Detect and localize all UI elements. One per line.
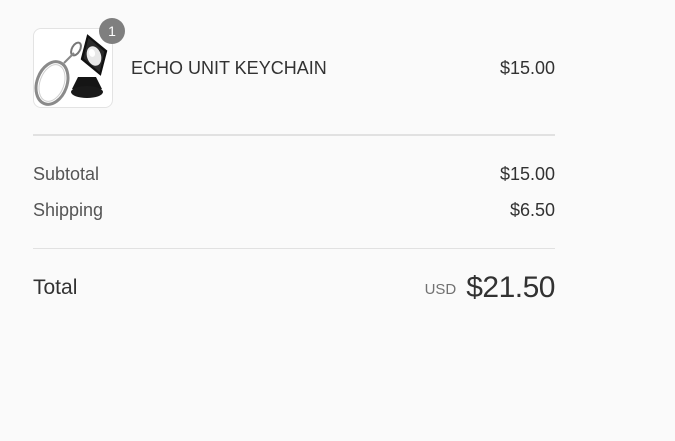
shipping-line: Shipping $6.50 xyxy=(33,199,555,221)
total-price: USD $21.50 xyxy=(424,271,556,305)
total-amount: $21.50 xyxy=(466,271,555,304)
cart-item: 1 ECHO UNIT KEYCHAIN $15.00 xyxy=(33,0,555,136)
subtotal-line: Subtotal $15.00 xyxy=(33,163,555,185)
keychain-product-image xyxy=(34,29,112,107)
currency-code: USD xyxy=(424,280,457,298)
product-price: $15.00 xyxy=(499,58,555,78)
product-thumbnail: 1 xyxy=(33,18,125,108)
subtotal-value: $15.00 xyxy=(499,164,555,184)
shipping-label: Shipping xyxy=(33,200,104,220)
quantity-badge: 1 xyxy=(99,18,125,44)
cost-breakdown: Subtotal $15.00 Shipping $6.50 xyxy=(33,136,555,249)
order-summary: 1 ECHO UNIT KEYCHAIN $15.00 Subtotal $15… xyxy=(33,0,555,329)
total-line: Total USD $21.50 xyxy=(33,249,555,329)
subtotal-label: Subtotal xyxy=(33,164,100,184)
total-label: Total xyxy=(33,276,78,299)
product-name: ECHO UNIT KEYCHAIN xyxy=(131,58,327,78)
shipping-value: $6.50 xyxy=(509,200,555,220)
